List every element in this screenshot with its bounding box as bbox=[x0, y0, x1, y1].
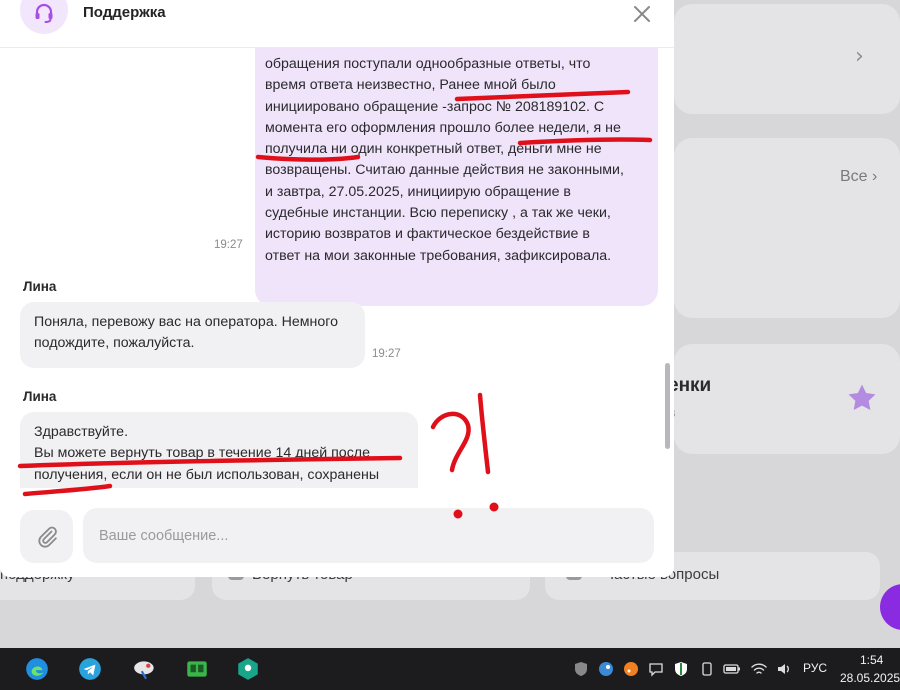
paperclip-icon bbox=[37, 526, 57, 548]
message-line: подождите, пожалуйста. bbox=[34, 335, 195, 352]
chevron-right-icon[interactable]: › bbox=[855, 44, 864, 69]
floating-action-button[interactable] bbox=[880, 584, 900, 630]
message-time: 19:27 bbox=[214, 239, 243, 251]
message-line: Поняла, перевожу вас на оператора. Немно… bbox=[34, 314, 338, 330]
ratings-title: енки bbox=[668, 375, 712, 396]
message-time: 19:27 bbox=[372, 348, 401, 360]
edge-icon[interactable] bbox=[22, 654, 52, 684]
sender-name: Лина bbox=[23, 389, 57, 404]
message-line: получила ни один конкретный ответ, деньг… bbox=[265, 141, 602, 158]
defender-icon[interactable] bbox=[672, 660, 690, 678]
notification-icon[interactable] bbox=[647, 660, 665, 678]
rss-icon[interactable] bbox=[622, 660, 640, 678]
support-dialog: Поддержка обращения поступали однообразн… bbox=[0, 0, 674, 577]
wifi-icon[interactable] bbox=[750, 660, 768, 678]
message-line: обращения поступали однообразные ответы,… bbox=[265, 56, 591, 72]
star-icon bbox=[848, 384, 876, 411]
message-input[interactable] bbox=[83, 508, 654, 563]
app-green-icon[interactable] bbox=[182, 654, 212, 684]
support-avatar bbox=[20, 0, 68, 34]
outgoing-message: обращения поступали однообразные ответы,… bbox=[255, 48, 658, 306]
chat-messages[interactable]: обращения поступали однообразные ответы,… bbox=[0, 48, 674, 488]
message-line: и завтра, 27.05.2025, инициирую обращени… bbox=[265, 183, 571, 200]
telegram-icon[interactable] bbox=[75, 654, 105, 684]
phone-link-icon[interactable] bbox=[698, 660, 716, 678]
message-line: Здравствуйте. bbox=[34, 424, 129, 440]
shield-icon[interactable] bbox=[572, 660, 590, 678]
message-line: ответ на мои законные требования, зафикс… bbox=[265, 247, 612, 264]
steam-icon[interactable] bbox=[597, 660, 615, 678]
message-line: Вы можете вернуть товар в течение 14 дне… bbox=[34, 445, 370, 462]
see-all-link[interactable]: Все › bbox=[840, 168, 877, 186]
headset-icon bbox=[35, 3, 53, 23]
clock-date[interactable]: 28.05.2025 bbox=[840, 671, 900, 685]
incoming-message: Поняла, перевожу вас на оператора. Немно… bbox=[20, 302, 365, 368]
message-line: возвращены. Считаю данные действия не за… bbox=[265, 162, 624, 179]
message-line: время ответа неизвестно, Ранее мной было bbox=[265, 77, 556, 94]
paint-icon[interactable] bbox=[130, 654, 160, 684]
dialog-header: Поддержка bbox=[0, 0, 674, 48]
chat-scrollbar[interactable] bbox=[665, 363, 670, 449]
dialog-title: Поддержка bbox=[83, 4, 166, 21]
volume-icon[interactable] bbox=[775, 660, 793, 678]
message-line: момента его оформления прошло более неде… bbox=[265, 119, 621, 136]
incoming-message: Здравствуйте. Вы можете вернуть товар в … bbox=[20, 412, 418, 488]
bg-card-top[interactable] bbox=[674, 4, 900, 114]
clock-time[interactable]: 1:54 bbox=[860, 653, 883, 667]
message-line: получения, если он не был использован, с… bbox=[34, 466, 380, 483]
attach-button[interactable] bbox=[20, 510, 73, 563]
message-line: судебные инстанции. Всю переписку , а та… bbox=[265, 205, 611, 222]
battery-icon[interactable] bbox=[723, 660, 741, 678]
sender-name: Лина bbox=[23, 279, 57, 294]
message-composer bbox=[0, 488, 674, 577]
close-icon[interactable] bbox=[630, 2, 654, 26]
taskbar: РУС 1:54 28.05.2025 bbox=[0, 648, 900, 690]
message-line: инициировано обращение -запрос № 2081891… bbox=[265, 98, 605, 115]
outgoing-message-text: обращения поступали однообразные ответы,… bbox=[265, 54, 648, 267]
app-teal-icon[interactable] bbox=[233, 654, 263, 684]
language-indicator[interactable]: РУС bbox=[803, 661, 827, 675]
bg-card-middle bbox=[674, 138, 900, 318]
message-line: историю возвратов и фактическое бездейст… bbox=[265, 226, 590, 243]
